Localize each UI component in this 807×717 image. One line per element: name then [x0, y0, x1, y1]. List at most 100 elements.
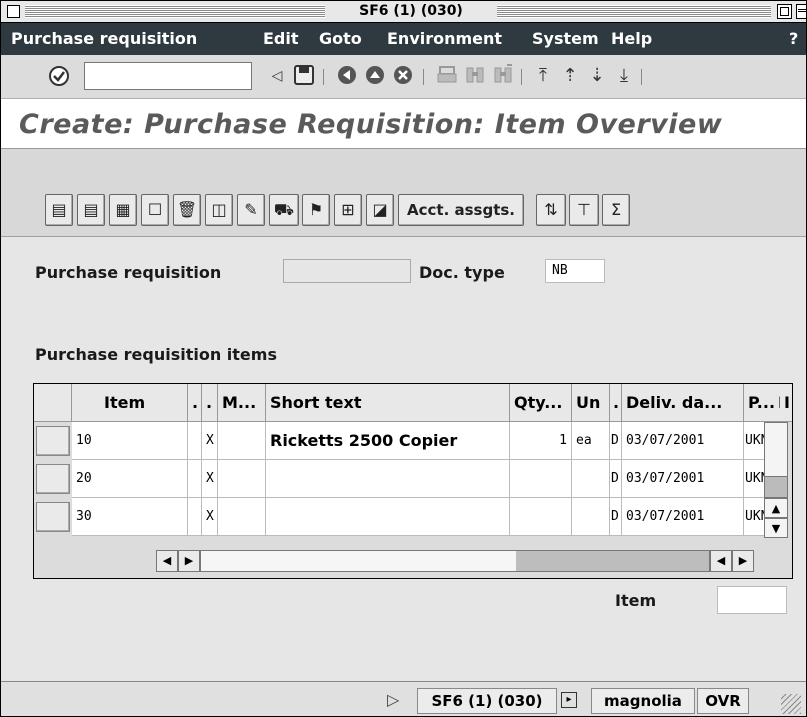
- menu-system[interactable]: System: [532, 29, 599, 48]
- col-2[interactable]: .: [202, 384, 218, 422]
- toolbar-separator: [521, 69, 522, 85]
- find-icon[interactable]: [463, 64, 487, 88]
- zoom-box-icon[interactable]: [777, 4, 792, 19]
- item-field[interactable]: [717, 586, 787, 614]
- find-next-icon[interactable]: [491, 64, 515, 88]
- cell-deliv-date[interactable]: 03/07/2001: [622, 422, 744, 460]
- new-item-icon[interactable]: ☐: [141, 194, 169, 226]
- menu-purchase-requisition[interactable]: Purchase requisition: [11, 29, 197, 48]
- cell-item[interactable]: 30: [72, 498, 188, 536]
- first-page-icon[interactable]: ⤒: [531, 64, 555, 88]
- col-qty[interactable]: Qty...: [510, 384, 572, 422]
- col-d[interactable]: .: [610, 384, 622, 422]
- col-1[interactable]: .: [188, 384, 202, 422]
- cell-c2[interactable]: X: [202, 498, 218, 536]
- menu-help-question[interactable]: ?: [789, 29, 798, 48]
- doc-type-field[interactable]: NB: [545, 259, 605, 283]
- sum-icon[interactable]: Σ: [602, 194, 630, 226]
- prev-page-icon[interactable]: ⇡: [558, 64, 582, 88]
- menu-edit[interactable]: Edit: [263, 29, 299, 48]
- resize-grip-icon[interactable]: [781, 694, 801, 714]
- cell-short-text[interactable]: [266, 460, 510, 498]
- save-icon[interactable]: [292, 64, 316, 88]
- cell-short-text[interactable]: Ricketts 2500 Copier: [266, 422, 510, 460]
- col-i[interactable]: I: [780, 384, 792, 422]
- col-item[interactable]: Item: [72, 384, 188, 422]
- cell-unit[interactable]: [572, 498, 610, 536]
- flag-icon[interactable]: ⚑: [302, 194, 330, 226]
- col-unit[interactable]: Un: [572, 384, 610, 422]
- select-all-icon[interactable]: ◫: [205, 194, 233, 226]
- row-selector[interactable]: [36, 502, 70, 532]
- cell-c2[interactable]: X: [202, 422, 218, 460]
- vendor-icon[interactable]: ⛟: [269, 194, 299, 226]
- status-server: magnolia: [591, 688, 695, 714]
- sources-icon[interactable]: ⊞: [334, 194, 362, 226]
- menu-help[interactable]: Help: [611, 29, 652, 48]
- scroll-down-arrow-icon[interactable]: ▼: [764, 518, 788, 538]
- item-details-icon[interactable]: ▤: [45, 194, 73, 226]
- previous-item-icon[interactable]: ▤: [77, 194, 105, 226]
- item-label: Item: [615, 591, 657, 610]
- cell-d[interactable]: D: [610, 422, 622, 460]
- delete-icon[interactable]: 🗑: [173, 194, 201, 226]
- cell-deliv-date[interactable]: 03/07/2001: [622, 460, 744, 498]
- back-triangle-icon[interactable]: ◁: [265, 64, 289, 88]
- row-selector[interactable]: [36, 464, 70, 494]
- cell-d[interactable]: D: [610, 498, 622, 536]
- filter-icon[interactable]: ⊤: [569, 194, 599, 226]
- close-box-icon[interactable]: [7, 5, 20, 18]
- status-expand-icon[interactable]: ▷: [387, 690, 399, 709]
- next-item-icon[interactable]: ▦: [109, 194, 137, 226]
- row-selector[interactable]: [36, 426, 70, 456]
- cell-short-text[interactable]: [266, 498, 510, 536]
- purchase-requisition-field[interactable]: [283, 259, 411, 283]
- back-icon[interactable]: [335, 64, 359, 88]
- cell-c1[interactable]: [188, 498, 202, 536]
- cell-deliv-date[interactable]: 03/07/2001: [622, 498, 744, 536]
- scroll-right-arrow-icon[interactable]: ▶: [732, 550, 754, 572]
- cell-c1[interactable]: [188, 460, 202, 498]
- cell-qty[interactable]: 1: [510, 422, 572, 460]
- cell-m[interactable]: [218, 498, 266, 536]
- command-field[interactable]: [84, 62, 252, 90]
- sort-icon[interactable]: ⇅: [536, 194, 566, 226]
- menu-goto[interactable]: Goto: [319, 29, 362, 48]
- select-all-rows-cell[interactable]: [34, 384, 72, 422]
- cell-qty[interactable]: [510, 460, 572, 498]
- cell-unit[interactable]: [572, 460, 610, 498]
- acct-assgts-button[interactable]: Acct. assgts.: [398, 194, 524, 226]
- collapse-box-icon[interactable]: [796, 4, 806, 19]
- deselect-icon[interactable]: ◪: [366, 194, 394, 226]
- purchase-requisition-label: Purchase requisition: [35, 263, 222, 282]
- col-m[interactable]: M...: [218, 384, 266, 422]
- cell-qty[interactable]: [510, 498, 572, 536]
- menu-environment[interactable]: Environment: [387, 29, 502, 48]
- last-page-icon[interactable]: ⤓: [612, 64, 636, 88]
- cell-m[interactable]: [218, 422, 266, 460]
- horizontal-scrollbar[interactable]: [200, 550, 710, 572]
- scroll-up-arrow-icon[interactable]: ▲: [764, 498, 788, 518]
- cell-item[interactable]: 10: [72, 422, 188, 460]
- cell-item[interactable]: 20: [72, 460, 188, 498]
- cell-unit[interactable]: ea: [572, 422, 610, 460]
- vertical-scroll-thumb[interactable]: [764, 476, 788, 498]
- col-short-text[interactable]: Short text: [266, 384, 510, 422]
- scroll-left-arrow-icon[interactable]: ◀: [710, 550, 732, 572]
- scroll-right-arrow-icon[interactable]: ▶: [178, 550, 200, 572]
- status-menu-icon[interactable]: ▸: [561, 692, 577, 708]
- enter-icon[interactable]: [47, 64, 71, 88]
- window-title: SF6 (1) (030): [331, 3, 491, 19]
- cell-c1[interactable]: [188, 422, 202, 460]
- title-bar[interactable]: SF6 (1) (030): [1, 1, 806, 23]
- next-page-icon[interactable]: ⇣: [585, 64, 609, 88]
- cell-m[interactable]: [218, 460, 266, 498]
- col-deliv-date[interactable]: Deliv. da...: [622, 384, 744, 422]
- edit-icon[interactable]: ✎: [237, 194, 265, 226]
- cancel-icon[interactable]: [391, 64, 415, 88]
- exit-icon[interactable]: [363, 64, 387, 88]
- scroll-left-arrow-icon[interactable]: ◀: [156, 550, 178, 572]
- cell-d[interactable]: D: [610, 460, 622, 498]
- print-icon[interactable]: [435, 64, 459, 88]
- cell-c2[interactable]: X: [202, 460, 218, 498]
